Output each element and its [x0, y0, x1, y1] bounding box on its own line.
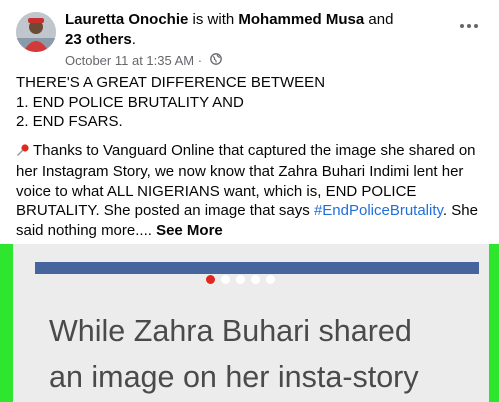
globe-icon[interactable]	[209, 53, 222, 69]
media-caption: While Zahra Buhari shared an image on he…	[49, 308, 489, 400]
period-text: .	[131, 31, 136, 48]
body-line-2: 1. END POLICE BRUTALITY AND	[16, 93, 244, 111]
author-avatar[interactable]	[16, 12, 56, 52]
carousel-dots	[206, 275, 275, 284]
post-header: Lauretta Onochie is with Mohammed Musa a…	[16, 10, 487, 69]
post-subline: October 11 at 1:35 AM ·	[65, 53, 465, 69]
media-caption-line-2: an image on her insta-story	[49, 360, 419, 394]
see-more-link[interactable]: See More	[156, 222, 223, 239]
carousel-dot[interactable]	[266, 275, 275, 284]
media-header-bar	[35, 262, 479, 274]
hashtag-link[interactable]: #EndPoliceBrutality	[314, 202, 443, 219]
body-paragraph: Thanks to Vanguard Online that captured …	[16, 141, 490, 241]
pushpin-icon	[16, 143, 30, 163]
post-meta: Lauretta Onochie is with Mohammed Musa a…	[65, 10, 465, 69]
carousel-dot[interactable]	[236, 275, 245, 284]
carousel-dot[interactable]	[221, 275, 230, 284]
carousel-dot[interactable]	[251, 275, 260, 284]
post-names: Lauretta Onochie is with Mohammed Musa a…	[65, 10, 465, 50]
media-image[interactable]: While Zahra Buhari shared an image on he…	[13, 244, 489, 402]
body-line-1: THERE'S A GREAT DIFFERENCE BETWEEN	[16, 74, 326, 91]
body-line-3: 2. END FSARS.	[16, 113, 123, 130]
post-body: THERE'S A GREAT DIFFERENCE BETWEEN 1. EN…	[16, 73, 490, 240]
and-text: and	[364, 11, 394, 28]
tagged-person[interactable]: Mohammed Musa	[238, 11, 364, 28]
media-caption-line-1: While Zahra Buhari shared	[49, 314, 412, 348]
others-link[interactable]: 23 others	[65, 31, 132, 48]
post-media[interactable]: While Zahra Buhari shared an image on he…	[0, 244, 499, 402]
author-name[interactable]: Lauretta Onochie	[65, 11, 188, 28]
more-options-icon[interactable]	[455, 16, 483, 36]
avatar-image	[16, 12, 56, 52]
carousel-dot[interactable]	[206, 275, 215, 284]
with-text: is with	[188, 11, 239, 28]
dot-separator: ·	[194, 53, 206, 68]
post-timestamp[interactable]: October 11 at 1:35 AM	[65, 53, 194, 69]
